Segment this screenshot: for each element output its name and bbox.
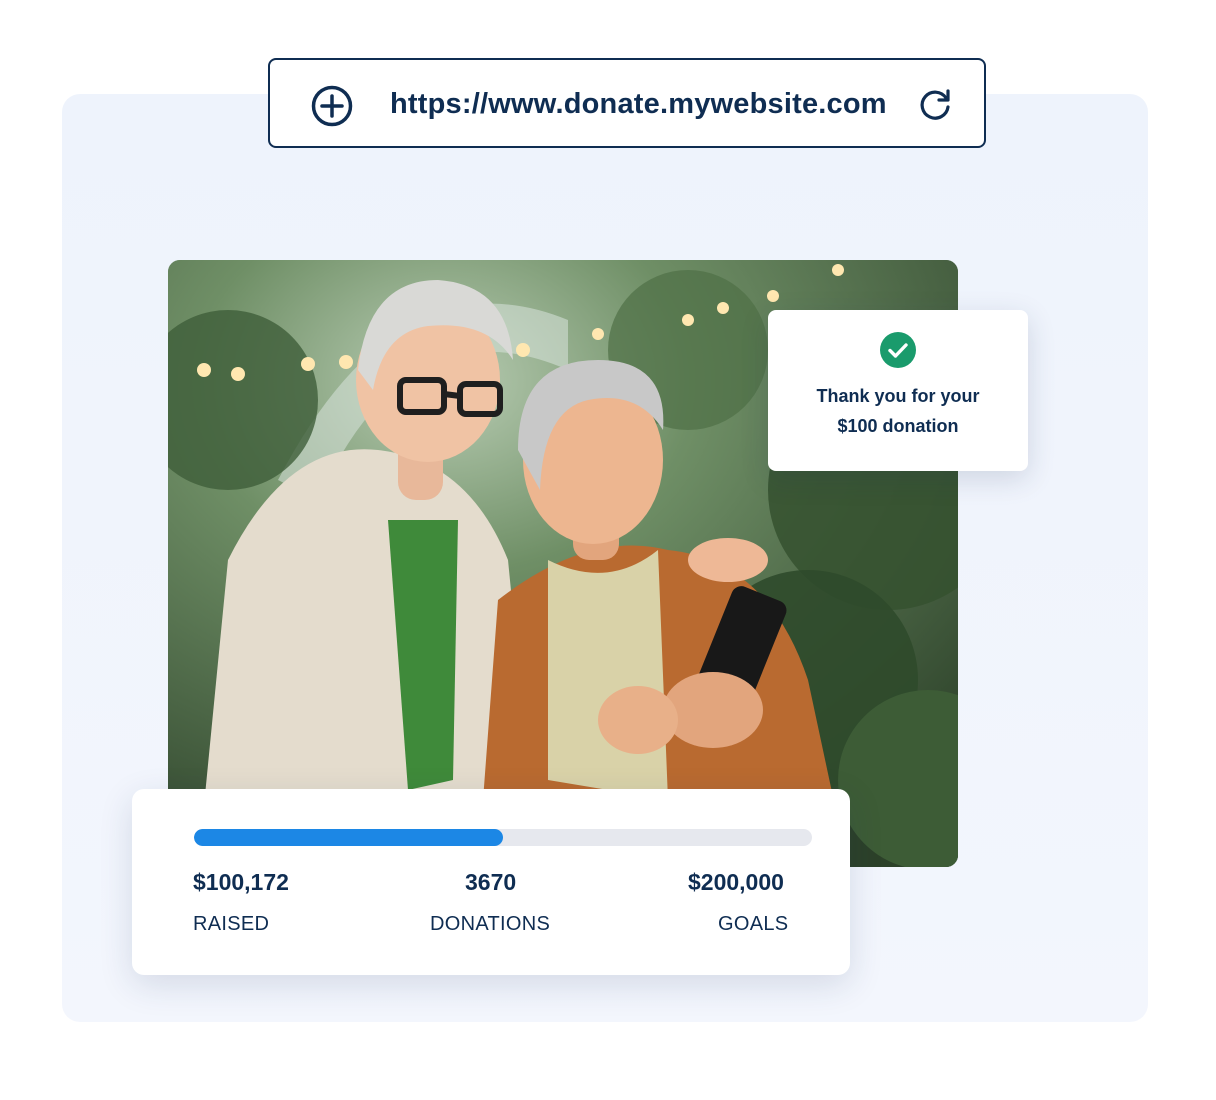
raised-amount: $100,172 <box>193 869 289 895</box>
raised-label: RAISED <box>193 913 270 935</box>
goal-amount: $200,000 <box>688 869 784 895</box>
url-text[interactable]: https://www.donate.mywebsite.com <box>390 88 887 121</box>
progress-bar <box>194 829 812 846</box>
address-bar[interactable]: https://www.donate.mywebsite.com <box>268 58 986 148</box>
campaign-stats-card: $100,172 RAISED 3670 DONATIONS $200,000 … <box>132 789 850 975</box>
reload-icon[interactable] <box>915 86 955 126</box>
notification-text-line2: $100 donation <box>837 416 959 436</box>
notification-text-line1: Thank you for your <box>816 386 980 406</box>
plus-circle-icon[interactable] <box>310 84 354 128</box>
donations-count: 3670 <box>465 869 517 895</box>
check-circle-icon <box>880 332 916 368</box>
donation-notification: Thank you for your $100 donation <box>768 310 1028 471</box>
goals-label: GOALS <box>718 913 789 935</box>
donations-label: DONATIONS <box>430 913 551 935</box>
progress-bar-fill <box>194 829 503 846</box>
